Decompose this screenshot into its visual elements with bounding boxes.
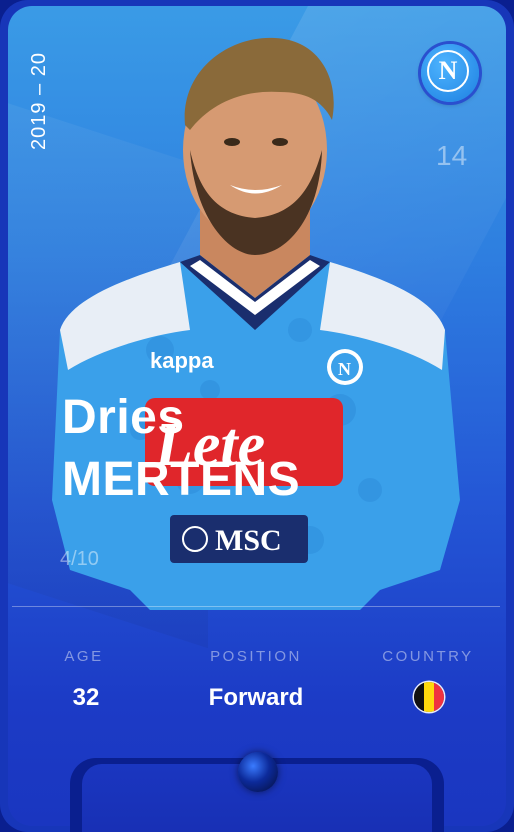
- card-serial-number: 4/10: [60, 548, 99, 570]
- svg-text:kappa: kappa: [150, 348, 214, 373]
- player-last-name: MERTENS: [62, 453, 301, 506]
- belgium-flag-icon: [414, 682, 444, 712]
- divider: [12, 606, 500, 607]
- player-photo: kappa N Lete MSC: [52, 37, 460, 610]
- flag-stripe-yellow: [424, 682, 434, 712]
- age-label: AGE: [64, 648, 104, 665]
- age-value: 32: [72, 684, 100, 711]
- country-label: COUNTRY: [382, 648, 474, 665]
- svg-text:N: N: [338, 359, 351, 379]
- position-value: Forward: [208, 684, 304, 711]
- season-label: 2019 – 20: [28, 52, 50, 150]
- club-crest-icon[interactable]: N: [421, 44, 479, 102]
- club-crest-letter: N: [427, 50, 469, 92]
- rare-gem-icon: [238, 752, 278, 792]
- position-label: POSITION: [210, 648, 302, 665]
- player-card[interactable]: kappa N Lete MSC 2019 – 20 N 14 Dries ME…: [0, 0, 514, 832]
- jersey-number: 14: [436, 140, 468, 171]
- player-first-name: Dries: [62, 391, 185, 444]
- svg-text:MSC: MSC: [215, 524, 282, 557]
